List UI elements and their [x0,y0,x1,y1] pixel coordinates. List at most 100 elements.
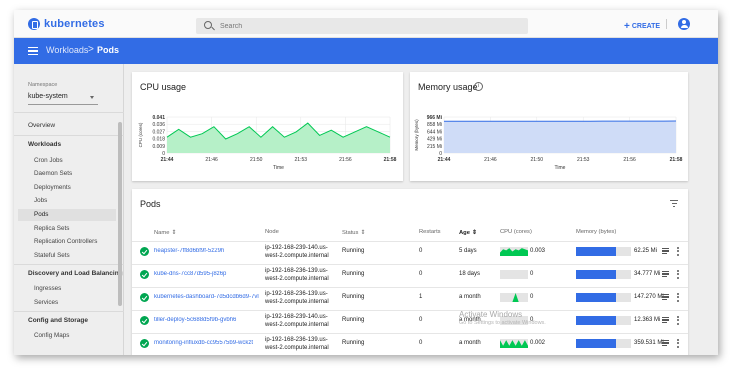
x-tick-label: 21:56 [623,157,636,163]
y-tick-label: 858 Mi [427,122,442,128]
check-circle-icon [140,339,149,348]
menu-icon[interactable] [28,47,38,55]
logs-icon[interactable] [662,271,669,278]
namespace-value: kube-system [28,93,68,100]
column-header-cpu: CPU (cores) [500,229,532,235]
brand-name[interactable]: kubernetes [44,18,105,30]
x-axis-label: Time [555,165,566,171]
divider [14,311,124,312]
check-circle-icon [140,316,149,325]
sidebar-heading-discovery[interactable]: Discovery and Load Balancing [28,270,123,277]
sidebar-item-ingresses[interactable]: Ingresses [18,283,116,295]
app-window: kubernetes +CREATE Workloads > Pods Name… [14,10,718,355]
sidebar-item-daemon-sets[interactable]: Daemon Sets [18,168,116,180]
node-line-2: west-2.compute.internal [265,345,329,351]
more-vert-icon[interactable] [677,247,680,257]
more-vert-icon[interactable] [677,270,680,280]
memory-bar-fill [576,316,616,325]
search-input[interactable] [220,20,510,32]
pod-cpu: 0.002 [530,340,546,346]
cpu-usage-card: CPU usage 0.041 0.036 0.027 0.018 0.009 0 21:4… [132,72,403,181]
filter-icon[interactable] [670,200,678,208]
memory-bar-fill [576,293,616,302]
y-tick-label: 0.027 [152,129,165,135]
column-header-age[interactable]: Age ⇕ [459,229,477,236]
logs-icon[interactable] [662,317,669,324]
table-row[interactable]: kubernetes-dashboard-7d5dcdb6d9-7vl ip-19… [132,287,688,308]
pod-name-link[interactable]: kube-dns-7cc87d595-j8z6p [154,271,264,277]
pod-name-link[interactable]: monitoring-influxdb-cc95575b9-wckzt [154,340,264,346]
sidebar-item-config-maps[interactable]: Config Maps [18,330,116,342]
create-label: CREATE [631,23,661,30]
sidebar-item-deployments[interactable]: Deployments [18,182,116,194]
sidebar-item-jobs[interactable]: Jobs [18,195,116,207]
divider [14,112,124,113]
x-tick-label: 21:58 [384,157,397,163]
sidebar-item-overview[interactable]: Overview [28,122,55,129]
pod-restarts: 0 [419,340,423,346]
pod-name-link[interactable]: kubernetes-dashboard-7d5dcdb6d9-7vl [154,294,264,300]
y-tick-label: 0.018 [152,137,165,143]
activate-windows-hint: Go to Settings to activate Windows. [459,320,546,326]
y-tick-label: 0.009 [152,144,165,150]
y-axis-label: CPU (cores) [138,122,143,147]
pod-name-link[interactable]: tiller-deploy-5c688d5f9b-gvbh6 [154,317,264,323]
memory-bar [576,270,631,279]
more-vert-icon[interactable] [677,293,680,303]
y-axis-label: Memory (bytes) [414,119,419,151]
sidebar: Namespace kube-system Overview Workloads… [14,64,124,355]
table-row[interactable]: tiller-deploy-5c688d5f9b-gvbh6 ip-192-168… [132,310,688,331]
column-header-restarts: Restarts [419,229,441,235]
memory-bar-fill [576,270,616,279]
logs-icon[interactable] [662,294,669,301]
memory-bar-fill [576,247,616,256]
y-tick-label: 215 Mi [427,144,442,150]
logs-icon[interactable] [662,340,669,347]
sidebar-item-services[interactable]: Services [18,297,116,309]
logs-icon[interactable] [662,248,669,255]
x-tick-label: 21:46 [205,157,218,163]
pods-card: Pods Name ⇕ Node Status ⇕ Restarts Age ⇕ CP… [132,189,688,355]
kubernetes-logo-icon[interactable] [28,18,40,30]
pod-restarts: 0 [419,271,423,277]
series-area [444,121,676,153]
namespace-select[interactable]: kube-system [28,93,98,105]
sort-icon: ⇕ [171,230,177,236]
pod-name-link[interactable]: heapster-7ff8d6bf9f-5z29h [154,248,264,254]
sidebar-item-cron-jobs[interactable]: Cron Jobs [18,155,116,167]
memory-bar [576,316,631,325]
node-line-1: ip-192-168-236-139.us- [265,337,328,343]
more-vert-icon[interactable] [677,339,680,349]
cpu-sparkline [500,247,528,256]
x-axis-label: Time [273,165,284,171]
account-circle-icon[interactable] [678,18,690,30]
more-vert-icon[interactable] [677,316,680,326]
sidebar-item-replica-sets[interactable]: Replica Sets [18,223,116,235]
column-header-name[interactable]: Name ⇕ [154,229,177,236]
sidebar-item-pods[interactable]: Pods [18,209,116,221]
table-row[interactable]: heapster-7ff8d6bf9f-5z29h ip-192-168-239-… [132,241,688,262]
cpu-sparkline [500,293,528,302]
x-tick-label: 21:44 [438,157,451,163]
breadcrumb-bar: Workloads > Pods [14,38,718,64]
pod-memory: 12.363 Mi [634,317,661,323]
sort-icon: ⇕ [471,230,477,236]
node-line-2: west-2.compute.internal [265,322,329,328]
sidebar-item-stateful-sets[interactable]: Stateful Sets [18,250,116,262]
table-row[interactable]: monitoring-influxdb-cc95575b9-wckzt ip-19… [132,333,688,354]
pod-age: a month [459,294,481,300]
breadcrumb-workloads[interactable]: Workloads [46,45,88,55]
y-tick-label: 0.041 [152,115,165,121]
create-button[interactable]: + CREATE [624,20,661,32]
table-row[interactable]: kube-dns-7cc87d595-j8z6p ip-192-168-236-1… [132,264,688,285]
y-tick-label: 644 Mi [427,129,442,135]
namespace-label: Namespace [28,82,58,88]
sidebar-item-replication-controllers[interactable]: Replication Controllers [18,236,116,248]
column-header-status[interactable]: Status ⇕ [342,229,365,236]
sidebar-scrollbar[interactable] [118,122,122,306]
pod-status: Running [342,248,365,254]
sidebar-heading-config[interactable]: Config and Storage [28,317,88,324]
sidebar-heading-workloads[interactable]: Workloads [28,141,61,148]
pod-memory: 34.777 Mi [634,271,661,277]
search-box[interactable] [196,18,528,34]
